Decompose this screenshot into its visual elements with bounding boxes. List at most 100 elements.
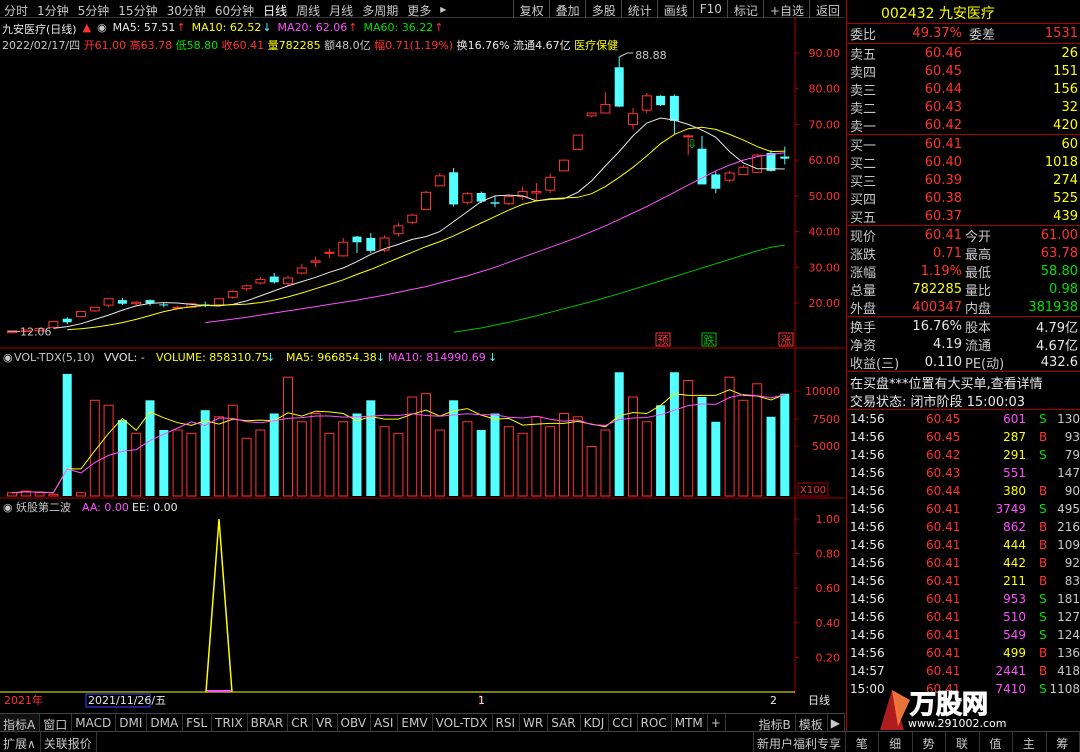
- sell-signal-icon: ⇩: [687, 137, 697, 151]
- indicator-tab[interactable]: RSI: [493, 714, 521, 731]
- quote-row: 外盘 400347 内盘 381938: [847, 298, 1080, 317]
- toolbar-button[interactable]: +自选: [762, 0, 809, 18]
- period-tab[interactable]: 日线: [259, 0, 292, 18]
- indicator-tab[interactable]: ASI: [371, 714, 399, 731]
- tick-count: 92: [1064, 556, 1080, 570]
- candle-body: [310, 260, 321, 263]
- indicator-tab[interactable]: MTM: [672, 714, 708, 731]
- indicator-tab[interactable]: CCI: [609, 714, 638, 731]
- period-tab[interactable]: 更多: [403, 0, 436, 18]
- bid-volume: 1018: [1044, 154, 1078, 170]
- candle-body: [669, 95, 679, 121]
- panel-tab[interactable]: 联: [946, 732, 980, 752]
- indicator-tab[interactable]: TRIX: [212, 714, 248, 731]
- tick-time: 14:56: [850, 466, 885, 480]
- toolbar-button[interactable]: 画线: [656, 0, 693, 18]
- period-tab[interactable]: 多周期: [358, 0, 403, 18]
- indicator-tab[interactable]: EMV: [398, 714, 433, 731]
- tick-volume: 2441: [995, 664, 1026, 678]
- toolbar-button[interactable]: 返回: [808, 0, 845, 18]
- panel-tab[interactable]: 筹: [1047, 732, 1080, 752]
- indicator-tab[interactable]: 指标A: [0, 714, 41, 732]
- more-arrow-icon[interactable]: ▸: [436, 0, 451, 18]
- bid-level: 买五 60.37 439: [847, 207, 1080, 226]
- collapse-icon: ◉: [3, 501, 13, 514]
- tick-time: 14:56: [850, 520, 885, 534]
- indicator-tab[interactable]: DMI: [116, 714, 148, 731]
- bottom-tab[interactable]: 关联报价: [41, 732, 97, 752]
- volume-header: VOL-TDX(5,10) VVOL: - VOLUME: 858310.75 MA5…: [14, 351, 486, 364]
- tick-time: 14:56: [850, 628, 885, 642]
- collapse-icon: ◉: [3, 351, 13, 364]
- period-tab[interactable]: 1分钟: [33, 0, 74, 18]
- panel-tab[interactable]: 主: [1013, 732, 1047, 752]
- indicator-tab[interactable]: BRAR: [248, 714, 289, 731]
- period-tab[interactable]: 分时: [0, 0, 33, 18]
- indicator-tab[interactable]: 窗口: [40, 714, 73, 732]
- volume-bar: [103, 404, 114, 497]
- big-order-notice[interactable]: 在买盘***位置有大买单,查看详情: [847, 372, 1080, 392]
- indicator-tab[interactable]: ▶: [828, 714, 845, 731]
- period-tab[interactable]: 周线: [292, 0, 325, 18]
- volume-bar: [186, 432, 197, 497]
- indicator-tab[interactable]: KDJ: [581, 714, 610, 731]
- fund-row: 收益(三) 0.110 PE(动) 432.6: [847, 353, 1080, 372]
- volume-tick-label: 10000: [805, 385, 840, 398]
- tick-volume: 551: [1003, 466, 1026, 480]
- ask-label: 卖一: [850, 119, 877, 135]
- toolbar-button[interactable]: 统计: [620, 0, 657, 18]
- volume-bar: [145, 400, 155, 496]
- indicator-tab[interactable]: CR: [288, 714, 313, 731]
- toolbar-button[interactable]: 叠加: [548, 0, 585, 18]
- indicator-tab[interactable]: VOL-TDX: [433, 714, 493, 731]
- tick-list[interactable]: 14:56 60.45 601 S 130 14:56 60.45 287 B 93 14:56 60…: [847, 410, 1080, 698]
- ask-volume: 151: [1053, 63, 1078, 79]
- weicha-value: 1531: [1044, 26, 1078, 41]
- indicator-tab[interactable]: OBV: [338, 714, 372, 731]
- panel-tab[interactable]: 笔: [846, 732, 880, 752]
- bottom-tab[interactable]: 扩展∧: [0, 732, 41, 752]
- indicator-tab[interactable]: 指标B: [756, 714, 796, 732]
- indicator-tab[interactable]: MACD: [72, 714, 117, 731]
- indicator-tab[interactable]: VR: [313, 714, 338, 731]
- candle-body: [434, 175, 445, 187]
- toolbar-button[interactable]: F10: [692, 0, 727, 18]
- indicator-tab[interactable]: DMA: [147, 714, 184, 731]
- ma-line-ma60: [453, 244, 785, 333]
- panel-tab[interactable]: 势: [913, 732, 947, 752]
- panel-tab[interactable]: 细: [879, 732, 913, 752]
- candle-body: [76, 311, 86, 318]
- period-tab[interactable]: 60分钟: [211, 0, 259, 18]
- period-tab[interactable]: 30分钟: [163, 0, 211, 18]
- tick-time: 14:56: [850, 646, 885, 660]
- new-user-promo[interactable]: 新用户福利专享: [752, 732, 846, 752]
- indicator-tab[interactable]: FSL: [183, 714, 213, 731]
- volume-bar: [296, 421, 307, 497]
- indicator-tab[interactable]: WR: [520, 714, 549, 731]
- indicator-tick-label: 0.40: [816, 617, 841, 630]
- volume-bar: [421, 393, 431, 497]
- volume-bar: [269, 413, 279, 496]
- tick-price: 60.41: [926, 646, 961, 660]
- toolbar-button[interactable]: 复权: [512, 0, 549, 18]
- tick-count: 147: [1057, 466, 1080, 480]
- volume-bar: [283, 376, 293, 497]
- volume-tick-label: 7500: [812, 413, 840, 426]
- panel-tab[interactable]: 值: [980, 732, 1014, 752]
- tick-row: 14:56 60.41 549 S 124: [847, 626, 1080, 644]
- candle-body: [214, 298, 224, 306]
- candle-body: [255, 278, 266, 284]
- indicator-tab[interactable]: SAR: [548, 714, 581, 731]
- toolbar-button[interactable]: 多股: [584, 0, 621, 18]
- period-tab[interactable]: 5分钟: [74, 0, 115, 18]
- volume-bar: [517, 432, 528, 497]
- toolbar-button[interactable]: 标记: [726, 0, 763, 18]
- indicator-tab[interactable]: +: [708, 714, 726, 731]
- indicator-tab[interactable]: 模板: [796, 714, 828, 732]
- period-tab[interactable]: 月线: [325, 0, 358, 18]
- period-tab[interactable]: 15分钟: [114, 0, 162, 18]
- tick-side: B: [1039, 646, 1048, 660]
- indicator-tab[interactable]: ROC: [638, 714, 672, 731]
- kline-chart[interactable]: 90.00 80.00 70.00 60.00 50.00 40.00 30.00 20.00…: [0, 18, 845, 713]
- tick-side: B: [1039, 664, 1048, 678]
